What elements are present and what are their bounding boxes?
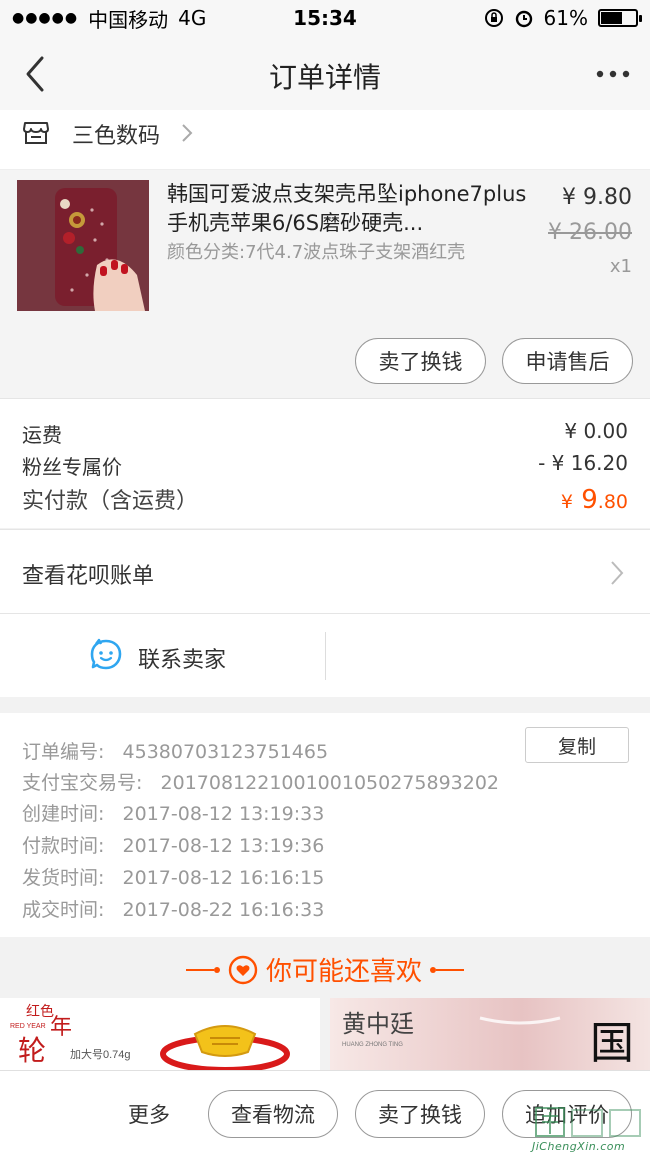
product-original-price: ¥ 26.00 — [548, 220, 632, 245]
store-icon — [23, 122, 49, 144]
total-decimal: .80 — [597, 491, 628, 513]
status-bar: ●●●●● 中国移动 4G 15:34 61% — [0, 0, 650, 36]
fan-price-row: 粉丝专属价 - ¥ 16.20 — [22, 451, 628, 480]
created-value: 2017-08-12 13:19:33 — [122, 803, 325, 825]
brand-logo-en: HUANG ZHONG TING — [342, 1042, 403, 1048]
recommend-item[interactable]: 黄中廷 HUANG ZHONG TING 国 — [330, 998, 650, 1070]
resell-button[interactable]: 卖了换钱 — [355, 338, 486, 384]
alarm-icon — [515, 10, 532, 28]
paid-label: 付款时间: — [22, 835, 105, 857]
battery-fill — [601, 12, 622, 24]
huabei-bill-row[interactable]: 查看花呗账单 — [0, 529, 650, 613]
decor-line-left — [185, 966, 220, 973]
product-image[interactable] — [17, 180, 149, 311]
more-dots-icon[interactable] — [596, 64, 630, 84]
shipped-row: 发货时间: 2017-08-12 16:16:15 — [22, 863, 324, 890]
paid-value: 2017-08-12 13:19:36 — [122, 835, 325, 857]
completed-label: 成交时间: — [22, 899, 105, 921]
created-row: 创建时间: 2017-08-12 13:19:33 — [22, 799, 324, 826]
divider — [325, 632, 326, 680]
shipped-label: 发货时间: — [22, 867, 105, 889]
watermark-logo — [535, 1107, 641, 1137]
completed-value: 2017-08-22 16:16:33 — [122, 899, 325, 921]
chat-bubble-icon — [90, 638, 122, 670]
page-title: 订单详情 — [268, 61, 381, 94]
contact-seller-label: 联系卖家 — [138, 648, 227, 673]
chevron-left-icon[interactable] — [20, 54, 50, 94]
fan-price-value: - ¥ 16.20 — [538, 451, 628, 475]
order-number-label: 订单编号: — [22, 741, 105, 763]
order-number-value: 45380703123751465 — [122, 741, 329, 763]
watermark-text: JiChengXin.com — [532, 1140, 626, 1153]
recommend-title: 你可能还喜欢 — [265, 957, 422, 987]
total-value: ¥ 9.80 — [561, 485, 628, 515]
heart-icon — [228, 955, 258, 984]
ring-caption: 加大号0.74g — [70, 1047, 131, 1061]
product-quantity: x1 — [609, 256, 632, 277]
status-right: 61% — [484, 6, 642, 30]
recommend-header: 你可能还喜欢 — [0, 951, 650, 988]
total-row: 实付款（含运费） ¥ 9.80 — [22, 483, 628, 515]
ring-product-image: 红色 RED YEAR 轮 年 加大号0.74g — [0, 998, 320, 1070]
site-watermark: JiChengXin.com — [532, 1104, 650, 1156]
brand-logo-en: RED YEAR — [10, 1023, 46, 1030]
huabei-label: 查看花呗账单 — [22, 564, 155, 589]
alipay-label: 支付宝交易号: — [22, 772, 143, 794]
after-sale-button[interactable]: 申请售后 — [502, 338, 633, 384]
alipay-value: 2017081221001001050275893202 — [160, 772, 500, 794]
completed-row: 成交时间: 2017-08-22 16:16:33 — [22, 895, 324, 922]
rotation-lock-icon — [484, 9, 503, 27]
decor-line-right — [430, 966, 464, 973]
alipay-row: 支付宝交易号: 2017081221001001050275893202 — [22, 768, 499, 795]
copy-button[interactable]: 复制 — [525, 727, 629, 763]
shipping-value: ¥ 0.00 — [564, 419, 628, 443]
product-sku: 颜色分类:7代4.7波点珠子支架酒红壳 — [167, 242, 466, 263]
shipping-row: 运费 ¥ 0.00 — [22, 419, 628, 448]
chevron-right-icon — [611, 561, 624, 585]
recommend-item[interactable]: 红色 RED YEAR 轮 年 加大号0.74g — [0, 998, 320, 1070]
product-title[interactable]: 韩国可爱波点支架壳吊坠iphone7plus手机壳苹果6/6S磨砂硬壳... — [167, 180, 527, 238]
contact-row: 联系卖家 — [0, 613, 650, 697]
shop-name: 三色数码 — [72, 124, 161, 149]
shipped-value: 2017-08-12 16:16:15 — [122, 867, 325, 889]
total-currency: ¥ — [560, 491, 573, 513]
shipping-label: 运费 — [22, 423, 62, 447]
nav-bar: 订单详情 — [0, 36, 650, 110]
product-price: ¥ 9.80 — [562, 185, 632, 210]
paid-row: 付款时间: 2017-08-12 13:19:36 — [22, 831, 324, 858]
created-label: 创建时间: — [22, 803, 105, 825]
order-info: 订单编号: 45380703123751465 复制 支付宝交易号: 20170… — [0, 713, 650, 937]
fee-summary: 运费 ¥ 0.00 粉丝专属价 - ¥ 16.20 实付款（含运费） ¥ 9.8… — [0, 398, 650, 528]
total-integer: 9 — [581, 485, 598, 515]
chevron-right-icon — [182, 124, 193, 142]
battery-icon — [598, 9, 642, 27]
product-card: 韩国可爱波点支架壳吊坠iphone7plus手机壳苹果6/6S磨砂硬壳... 颜… — [0, 170, 650, 398]
calligraphy-glyph: 国 — [590, 1019, 634, 1068]
brand-logo-glyph: 年 — [50, 1014, 72, 1039]
fan-price-label: 粉丝专属价 — [22, 455, 122, 479]
resell-button[interactable]: 卖了换钱 — [355, 1090, 485, 1138]
battery-percent: 61% — [543, 6, 588, 30]
brand-logo-glyph: 轮 — [18, 1035, 46, 1066]
more-button[interactable]: 更多 — [128, 1099, 170, 1129]
contact-seller-button[interactable]: 联系卖家 — [0, 614, 325, 698]
order-number-row: 订单编号: 45380703123751465 — [22, 737, 328, 764]
shop-row[interactable]: 三色数码 — [0, 110, 650, 170]
total-label: 实付款（含运费） — [22, 489, 199, 514]
brand-logo: 黄中廷 — [342, 1011, 414, 1038]
jewelry-product-image: 黄中廷 HUANG ZHONG TING 国 — [330, 998, 650, 1070]
view-logistics-button[interactable]: 查看物流 — [208, 1090, 338, 1138]
